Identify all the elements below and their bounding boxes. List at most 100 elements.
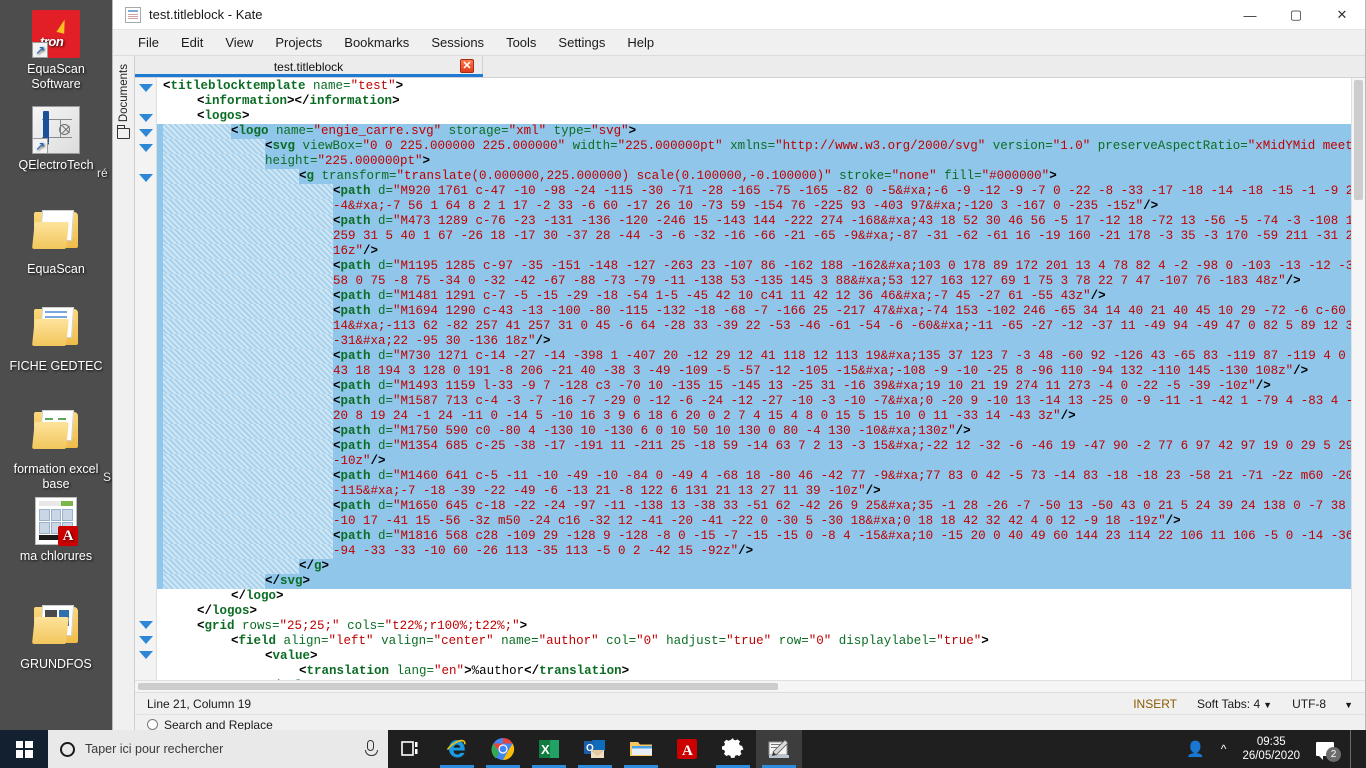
fold-arrow-icon[interactable] [139,621,153,629]
window-body: Documents test.titleblock ✕ [113,56,1365,734]
menu-help[interactable]: Help [616,32,665,53]
code-token: grid [205,619,235,633]
code-token: d= [371,304,394,318]
kate-editor-icon [766,737,792,761]
code-token: type= [546,124,591,138]
code-content[interactable]: <titleblocktemplate name="test"><informa… [157,78,1351,680]
code-token: > [423,154,431,168]
code-token: rows= [235,619,280,633]
minimize-button[interactable]: — [1227,0,1273,30]
svg-text:A: A [682,743,693,759]
code-token: svg [280,574,303,588]
taskbar-app-microsoft-outlook[interactable]: O [572,730,618,768]
code-token: "25;25;" [280,619,340,633]
svg-text:X: X [541,742,550,757]
code-token: d= [371,469,394,483]
taskbar-app-kate-editor[interactable] [756,730,802,768]
menu-settings[interactable]: Settings [547,32,616,53]
maximize-button[interactable]: ▢ [1273,0,1319,30]
code-folding-gutter[interactable] [135,78,157,680]
code-token: information [310,94,393,108]
code-token: %author [472,664,525,678]
fold-arrow-icon[interactable] [139,144,153,152]
fold-arrow-icon[interactable] [139,129,153,137]
fold-arrow-icon[interactable] [139,651,153,659]
desktop-icon-label: formation excel base [0,462,112,492]
desktop-icon-fiche-gedtec[interactable]: FICHE GEDTEC [0,302,112,374]
desktop-icon-formation-excel-base[interactable]: formation excel base [0,405,112,492]
code-line: </logo> [157,589,1351,604]
code-token: logo [239,124,269,138]
code-token: "test" [351,79,396,93]
code-line: 20 8 19 24 -1 24 -11 0 -14 5 -10 16 3 9 … [157,409,1351,424]
fold-arrow-icon[interactable] [139,114,153,122]
editor-vertical-scrollbar[interactable] [1351,78,1365,680]
menu-bookmarks[interactable]: Bookmarks [333,32,420,53]
fold-arrow-icon[interactable] [139,636,153,644]
sidebar-tab-documents[interactable]: Documents [118,64,130,122]
code-token: < [163,79,171,93]
editor-horizontal-scrollbar[interactable] [135,680,1365,692]
start-button[interactable] [0,730,48,768]
taskbar-app-google-chrome[interactable] [480,730,526,768]
show-hidden-icons-chevron[interactable]: ^ [1221,742,1227,756]
clock[interactable]: 09:35 26/05/2020 [1242,735,1300,763]
desktop-icon-equascan-folder[interactable]: EquaScan [0,205,112,277]
code-token: "0" [809,634,832,648]
code-token: ></ [287,94,310,108]
code-token: </ [231,589,246,603]
fold-arrow-icon[interactable] [139,84,153,92]
people-icon[interactable]: 👤 [1186,740,1205,758]
internet-explorer-icon [444,736,470,762]
task-view-button[interactable] [388,730,434,768]
code-token: valign= [374,634,434,648]
taskbar-app-file-explorer[interactable] [618,730,664,768]
taskbar-app-internet-explorer[interactable] [434,730,480,768]
show-desktop-button[interactable] [1350,730,1356,768]
code-token: path [341,259,371,273]
encoding-selector[interactable]: UTF-8▼ [1292,697,1353,711]
taskbar-app-adobe-acrobat[interactable]: A [664,730,710,768]
code-token: d= [371,424,394,438]
menu-projects[interactable]: Projects [264,32,333,53]
code-token: name= [494,634,539,648]
menu-file[interactable]: File [127,32,170,53]
code-token: d= [371,349,394,363]
code-token: "M730 1271 c-14 -27 -14 -398 1 -407 20 -… [393,349,1351,363]
microphone-icon[interactable] [367,740,374,751]
tab-close-icon[interactable]: ✕ [460,59,474,73]
soft-tabs-selector[interactable]: Soft Tabs: 4▼ [1197,697,1272,711]
code-token: stroke= [832,169,892,183]
menu-view[interactable]: View [214,32,264,53]
notification-center-icon[interactable]: 2 [1316,742,1334,756]
code-token: "M1460 641 c-5 -11 -10 -49 -10 -84 0 -49… [393,469,1351,483]
code-token: < [265,649,273,663]
taskbar-search-box[interactable]: Taper ici pour rechercher [48,730,388,768]
code-token: "left" [329,634,374,648]
taskbar-app-microsoft-excel[interactable]: X [526,730,572,768]
taskbar-app-settings[interactable] [710,730,756,768]
code-token: viewBox= [295,139,363,153]
code-token: < [333,304,341,318]
code-token: -31&#xa;22 -95 30 -136 18z" [333,334,536,348]
desktop-icon-equascan-software[interactable]: tron ↗ EquaScan Software [0,10,112,92]
code-line: <path d="M1694 1290 c-43 -13 -100 -80 -1… [157,304,1351,319]
scrollbar-thumb[interactable] [138,683,778,690]
desktop-icon-ma-chlorures-pdf[interactable]: A ma chlorures [0,497,112,564]
fold-arrow-icon[interactable] [139,174,153,182]
radio-icon[interactable] [147,719,158,730]
insert-mode-indicator[interactable]: INSERT [1133,697,1177,711]
scrollbar-thumb[interactable] [1354,80,1363,200]
code-token: </ [524,664,539,678]
code-token: > [464,664,472,678]
menu-tools[interactable]: Tools [495,32,547,53]
documents-folder-icon[interactable] [117,128,130,139]
desktop-icon-grundfos[interactable]: GRUNDFOS [0,600,112,672]
code-token: xmlns= [723,139,776,153]
code-token: 14&#xa;-113 62 -82 257 41 257 31 0 45 -6… [333,319,1351,333]
text-editor[interactable]: <titleblocktemplate name="test"><informa… [135,78,1365,680]
menu-sessions[interactable]: Sessions [420,32,495,53]
close-button[interactable]: ✕ [1319,0,1365,30]
desktop-icon-qelectrotech[interactable]: ↗ QElectroTech [0,106,112,173]
menu-edit[interactable]: Edit [170,32,214,53]
